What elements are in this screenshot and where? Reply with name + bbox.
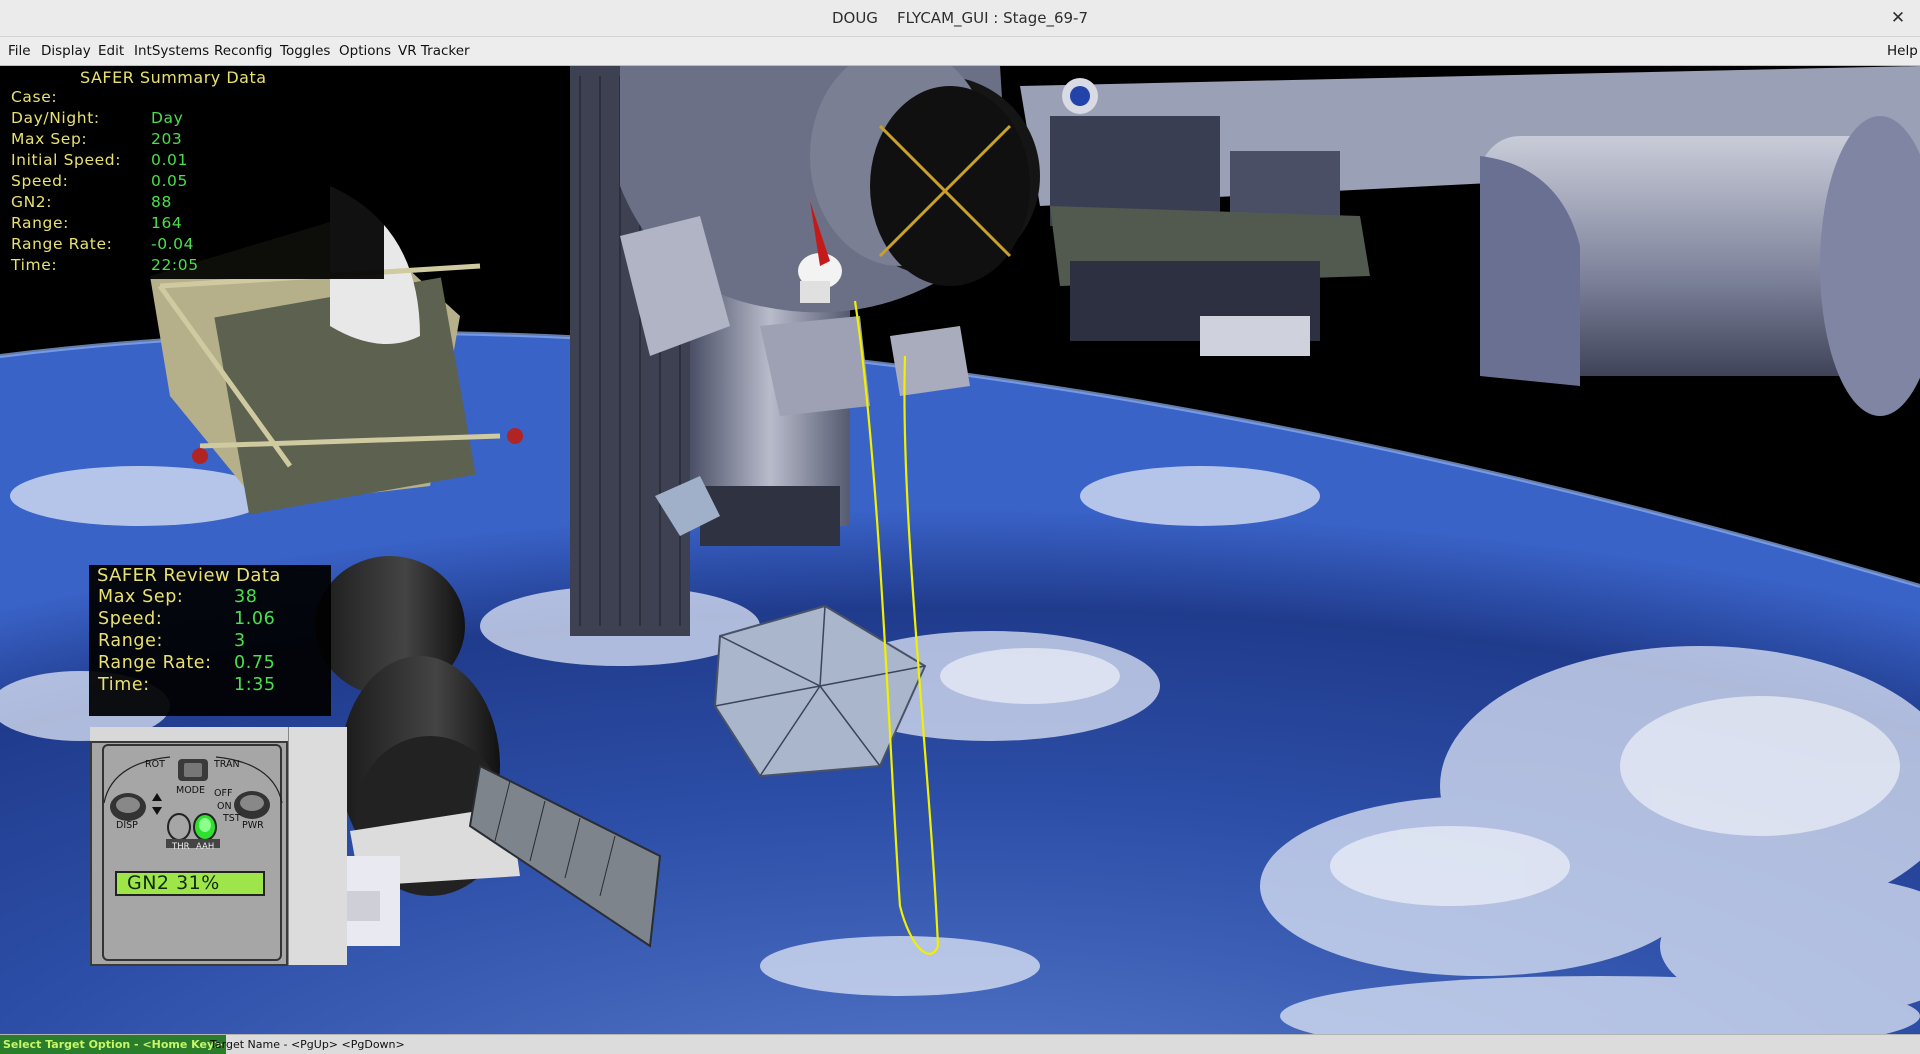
review-value: 38 [234,587,258,607]
safer-review-panel: SAFER Review Data Max Sep: 38 Speed: 1.0… [89,565,331,716]
summary-label: GN2: [11,193,53,211]
hcm-tran-label: TRAN [214,759,240,770]
review-value: 3 [234,631,246,651]
hcm-thr-label: THR [172,842,190,852]
summary-label: Case: [11,88,58,106]
select-target-option[interactable]: Select Target Option - <Home Key> [0,1035,227,1054]
menu-toggles[interactable]: Toggles [280,37,330,65]
summary-label: Day/Night: [11,109,100,127]
menu-help[interactable]: Help [1887,37,1918,65]
hcm-mode-label: MODE [176,785,205,796]
arrow-down-icon [152,807,162,815]
review-title: SAFER Review Data [97,565,281,586]
arrow-up-icon [152,793,162,801]
summary-value: 22:05 [151,256,199,274]
hcm-off-label: OFF [214,788,233,799]
summary-label: Range Rate: [11,235,113,253]
review-label: Max Sep: [98,587,184,607]
summary-label: Max Sep: [11,130,88,148]
summary-value: -0.04 [151,235,195,253]
menu-display[interactable]: Display [41,37,91,65]
review-label: Range Rate: [98,653,212,673]
hcm-tst-label: TST [223,813,241,824]
summary-value: 0.01 [151,151,188,169]
hcm-housing-side [288,727,347,965]
hcm-pwr-label: PWR [242,820,264,831]
title-bar: DOUG FLYCAM_GUI : Stage_69-7 ✕ [0,0,1920,37]
menu-file[interactable]: File [8,37,31,65]
menu-intsystems[interactable]: IntSystems [134,37,209,65]
hcm-rot-label: ROT [145,759,165,770]
summary-label: Initial Speed: [11,151,122,169]
menu-reconfig[interactable]: Reconfig [214,37,272,65]
hcm-controls [103,756,283,848]
summary-label: Speed: [11,172,69,190]
summary-value: 203 [151,130,183,148]
menu-options[interactable]: Options [339,37,391,65]
menu-bar: File Display Edit IntSystems Reconfig To… [0,37,1920,66]
summary-value: 0.05 [151,172,188,190]
review-label: Time: [98,675,150,695]
gn2-display: GN2 31% [115,871,265,896]
summary-value: 164 [151,214,183,232]
review-value: 1.06 [234,609,276,629]
menu-edit[interactable]: Edit [98,37,124,65]
review-label: Range: [98,631,163,651]
summary-label: Range: [11,214,69,232]
window-title: DOUG FLYCAM_GUI : Stage_69-7 [831,9,1089,27]
target-name-hint: Target Name - <PgUp> <PgDown> [210,1038,405,1051]
summary-title: SAFER Summary Data [80,68,267,87]
thr-button-icon [167,813,191,841]
menu-vr-tracker[interactable]: VR Tracker [398,37,470,65]
review-value: 1:35 [234,675,276,695]
review-value: 0.75 [234,653,276,673]
summary-value: 88 [151,193,172,211]
safer-summary-panel: SAFER Summary Data Case: Day/Night: Day … [0,66,384,279]
status-bar: Select Target Option - <Home Key> Target… [0,1034,1920,1054]
summary-label: Time: [11,256,58,274]
hcm-aah-label: AAH [196,842,215,852]
close-icon[interactable]: ✕ [1886,6,1910,30]
review-label: Speed: [98,609,163,629]
summary-value: Day [151,109,184,127]
hcm-on-label: ON [217,801,232,812]
hcm-disp-label: DISP [116,820,138,831]
